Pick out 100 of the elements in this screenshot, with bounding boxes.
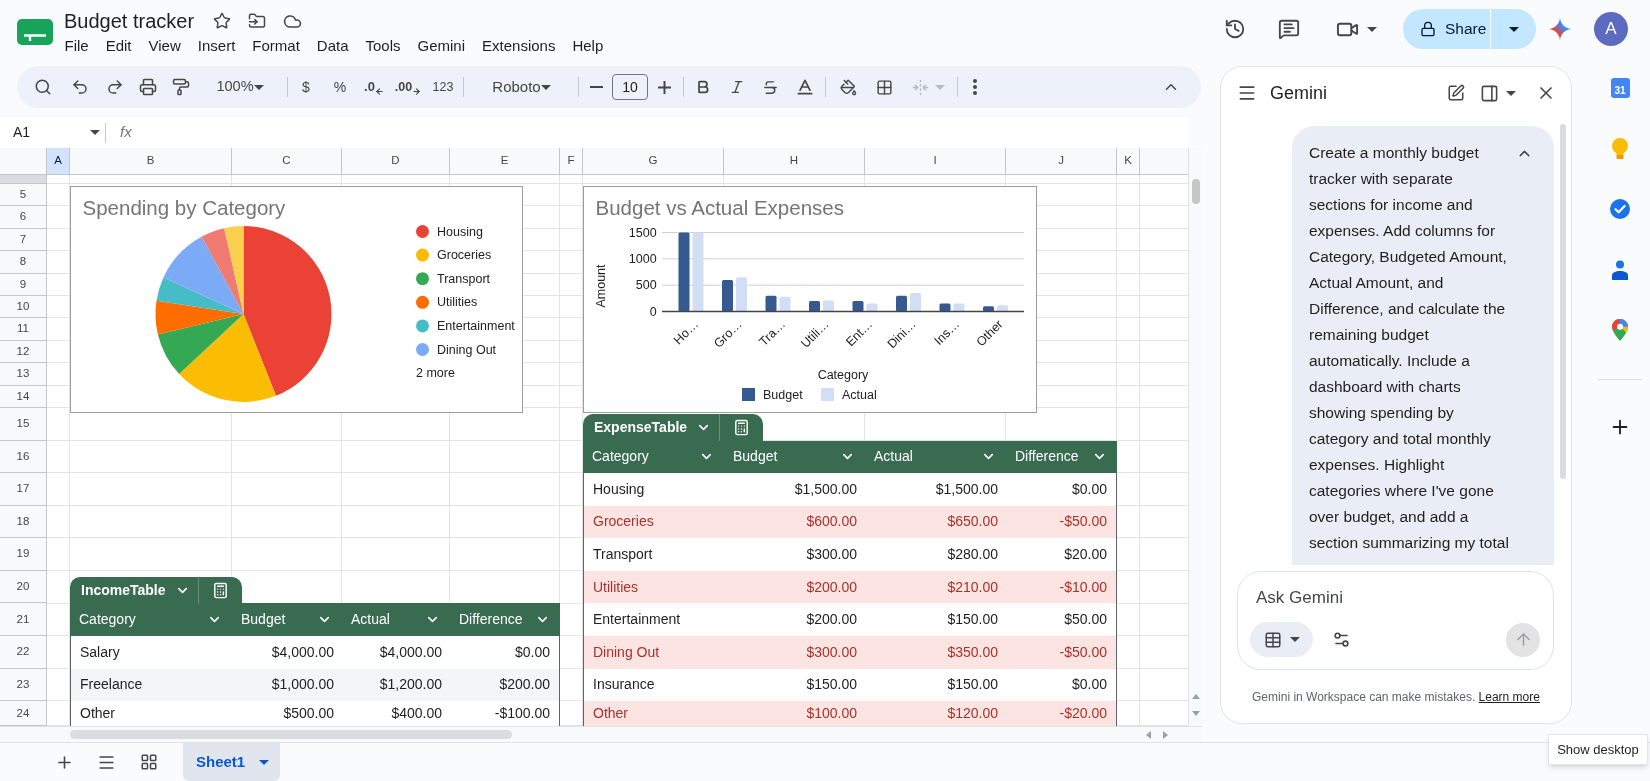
column-header[interactable]: C	[232, 148, 342, 175]
column-header[interactable]: G	[583, 148, 724, 175]
decrease-decimal-button[interactable]: .0	[360, 73, 388, 101]
legend-label: Entertainment	[437, 318, 515, 333]
share-button[interactable]: Share	[1403, 9, 1490, 49]
row-header[interactable]: 20	[0, 570, 47, 604]
column-header[interactable]: E	[450, 148, 560, 175]
bar	[765, 295, 777, 312]
account-avatar[interactable]: A	[1594, 12, 1628, 46]
menu-item[interactable]: Edit	[97, 36, 141, 56]
formula-bar[interactable]: A1 fx	[0, 117, 1188, 148]
caret-down-icon	[1508, 26, 1519, 32]
legend-label: Transport	[437, 271, 491, 286]
sheet-context-button[interactable]	[1250, 622, 1313, 657]
number-format-button[interactable]: 123	[429, 73, 457, 101]
increase-decimal-button[interactable]: .00	[394, 73, 422, 101]
table-column-header[interactable]: Actual	[342, 603, 450, 637]
chart-title: Spending by Category	[82, 196, 286, 219]
row-header[interactable]: 23	[0, 668, 47, 702]
scrollbar-track[interactable]	[0, 726, 1202, 742]
pen-square-icon	[1447, 84, 1465, 102]
check-circle-icon[interactable]	[1610, 199, 1630, 220]
row-header[interactable]: 8	[0, 251, 47, 274]
column-header[interactable]: J	[1006, 148, 1117, 175]
row-header[interactable]: 21	[0, 603, 47, 637]
menu-item[interactable]: Insert	[189, 36, 244, 56]
row-header[interactable]: 13	[0, 363, 47, 386]
row-header[interactable]: 6	[0, 206, 47, 229]
table-cell-text: $280.00	[946, 545, 999, 565]
table-cell-text: -$50.00	[1058, 512, 1108, 532]
move-button[interactable]	[247, 11, 268, 31]
table-column-header[interactable]: Actual	[865, 440, 1006, 474]
row-header[interactable]: 5	[0, 184, 47, 207]
column-header[interactable]: B	[70, 148, 232, 175]
learn-more-link[interactable]: Learn more	[1478, 690, 1540, 704]
currency-format-button[interactable]: $	[294, 73, 318, 101]
menu-item[interactable]: View	[140, 36, 190, 56]
table-column-header[interactable]: Difference	[1006, 440, 1117, 474]
row-header[interactable]: 24	[0, 701, 47, 726]
document-title[interactable]: Budget tracker	[64, 8, 195, 34]
legend-label: Groceries	[437, 248, 492, 263]
row-header[interactable]: 16	[0, 440, 47, 474]
spreadsheet-logo-icon[interactable]	[17, 19, 53, 45]
map-pin-icon[interactable]	[1612, 319, 1628, 342]
name-box[interactable]: A1	[0, 117, 105, 148]
star-button[interactable]	[212, 11, 233, 31]
minus-icon	[589, 86, 603, 88]
menu-item[interactable]: Gemini	[409, 36, 474, 56]
table-column-header[interactable]: Budget	[724, 440, 865, 474]
row-header[interactable]: 14	[0, 385, 47, 408]
menu-item[interactable]: Format	[243, 36, 309, 56]
arrow-right-icon	[412, 86, 422, 96]
person-icon[interactable]	[1612, 259, 1628, 280]
scrollbar-thumb[interactable]	[70, 730, 512, 739]
table-column-header[interactable]: Category	[583, 440, 724, 474]
menu-item[interactable]: Data	[308, 36, 357, 56]
table-column-header[interactable]: Budget	[232, 603, 342, 637]
prompt-input[interactable]: Ask Gemini	[1256, 584, 1526, 612]
row-header[interactable]: 19	[0, 538, 47, 571]
font-size-field[interactable]: 10	[612, 74, 648, 100]
row-header[interactable]: 12	[0, 340, 47, 364]
row-header[interactable]: 7	[0, 228, 47, 252]
table-column-header[interactable]: Difference	[450, 603, 560, 637]
scrollbar-thumb[interactable]	[1560, 124, 1566, 479]
column-header[interactable]: F	[560, 148, 583, 175]
cell-grid[interactable]	[0, 175, 1188, 726]
column-header[interactable]: K	[1117, 148, 1140, 175]
row-header[interactable]: 15	[0, 407, 47, 441]
row-header[interactable]: 11	[0, 318, 47, 341]
bar	[722, 279, 733, 312]
percent-format-button[interactable]: %	[328, 73, 352, 101]
calendar-icon[interactable]: 31	[1610, 78, 1630, 99]
row-header[interactable]: 9	[0, 273, 47, 296]
sheet-tab[interactable]: Sheet1	[183, 743, 280, 781]
bar	[910, 293, 921, 312]
bold-icon	[695, 79, 711, 95]
table-cell-text: $350.00	[946, 642, 999, 662]
table-cell-text: $0.00	[1070, 675, 1108, 695]
table-name-button[interactable]: ExpenseTable	[583, 413, 720, 441]
font-dropdown[interactable]: Roboto	[471, 73, 567, 101]
table-cell-text: $400.00	[390, 704, 443, 724]
menu-item[interactable]: Extensions	[473, 36, 564, 56]
row-header[interactable]: 10	[0, 295, 47, 319]
scrollbar-thumb[interactable]	[1191, 179, 1200, 204]
table-column-header[interactable]: Category	[70, 603, 232, 637]
menu-item[interactable]: Help	[563, 36, 612, 56]
row-header[interactable]: 17	[0, 473, 47, 506]
zoom-dropdown[interactable]: 100%	[200, 73, 276, 101]
table-name-button[interactable]: IncomeTable	[70, 576, 198, 604]
column-header[interactable]: I	[865, 148, 1006, 175]
menu-item[interactable]: Tools	[357, 36, 410, 56]
column-header[interactable]: D	[342, 148, 450, 175]
row-header[interactable]: 18	[0, 505, 47, 539]
table-cell-text: $150.00	[805, 675, 858, 695]
column-header[interactable]: A	[47, 148, 70, 175]
legend-label: Budget	[763, 388, 803, 402]
column-header[interactable]: H	[724, 148, 865, 175]
menu-item[interactable]: File	[56, 36, 98, 56]
row-header[interactable]: 22	[0, 636, 47, 669]
table-cell-text: $4,000.00	[378, 642, 443, 662]
